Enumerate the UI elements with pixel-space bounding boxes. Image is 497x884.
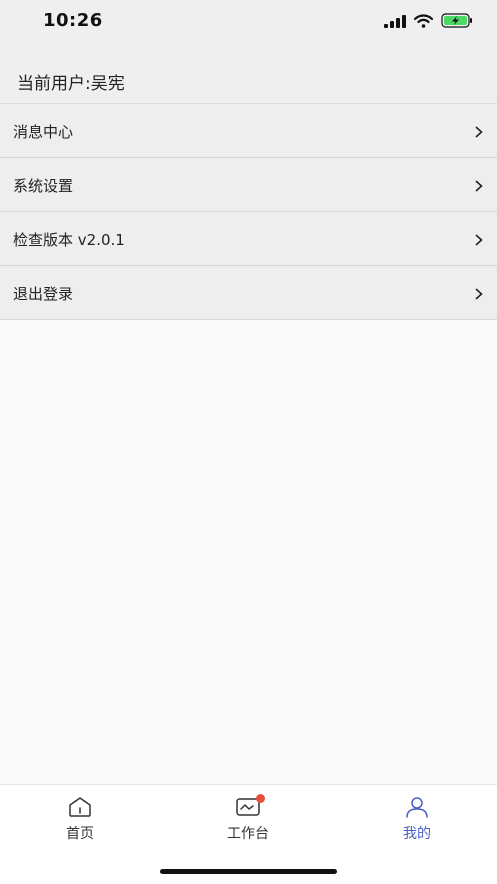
menu-item-label: 消息中心 xyxy=(13,123,74,141)
menu-item-label: 系统设置 xyxy=(13,177,74,195)
menu-item-messages[interactable]: 消息中心 xyxy=(0,104,497,158)
tab-home[interactable]: 首页 xyxy=(20,795,140,847)
chevron-right-icon xyxy=(474,286,484,300)
menu-item-check-version[interactable]: 检查版本 v2.0.1 xyxy=(0,212,497,266)
menu-item-label: 检查版本 v2.0.1 xyxy=(13,231,125,249)
wifi-icon xyxy=(413,13,434,32)
tab-workbench[interactable]: 工作台 xyxy=(188,794,308,847)
tab-label: 首页 xyxy=(66,826,94,842)
current-user-label: 当前用户:吴宪 xyxy=(17,74,125,94)
battery-charging-icon xyxy=(441,13,473,32)
home-indicator[interactable] xyxy=(160,869,337,874)
chevron-right-icon xyxy=(474,232,484,246)
status-bar: 10:26 xyxy=(0,0,497,44)
status-icons xyxy=(384,13,473,32)
menu-item-logout[interactable]: 退出登录 xyxy=(0,266,497,320)
signal-icon xyxy=(384,13,406,32)
profile-header: 当前用户:吴宪 xyxy=(0,44,497,104)
workbench-icon xyxy=(235,794,265,819)
chevron-right-icon xyxy=(474,178,484,192)
status-time: 10:26 xyxy=(43,10,103,31)
chevron-right-icon xyxy=(474,124,484,138)
user-icon xyxy=(404,795,430,819)
tab-label: 工作台 xyxy=(227,826,269,842)
menu-item-label: 退出登录 xyxy=(13,285,74,303)
tab-label: 我的 xyxy=(403,826,431,842)
menu-item-system-settings[interactable]: 系统设置 xyxy=(0,158,497,212)
home-icon xyxy=(67,795,93,819)
tab-mine[interactable]: 我的 xyxy=(357,795,477,847)
settings-menu: 消息中心 系统设置 检查版本 v2.0.1 退出登录 xyxy=(0,104,497,320)
notification-badge xyxy=(256,794,265,803)
